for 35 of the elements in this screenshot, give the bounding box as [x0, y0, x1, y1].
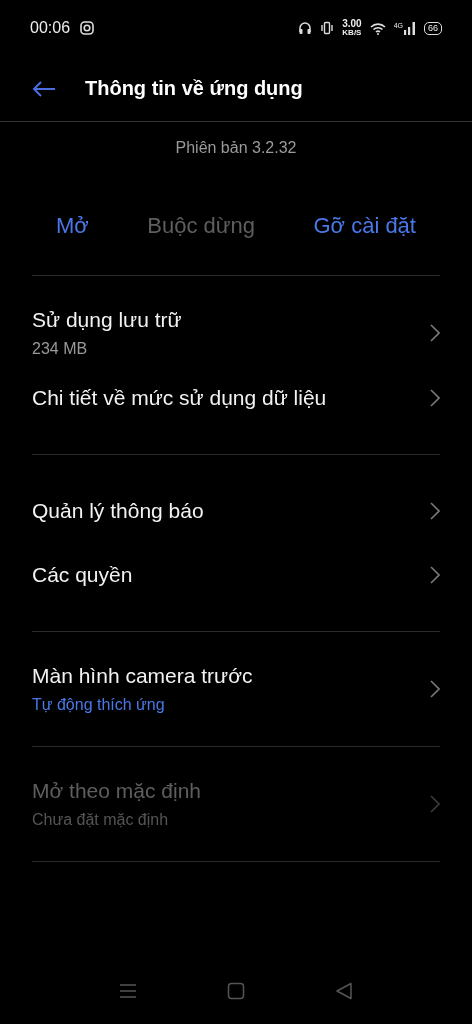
- settings-item[interactable]: Các quyền: [32, 543, 440, 607]
- chevron-icon: [430, 389, 440, 407]
- settings-item[interactable]: Màn hình camera trước Tự động thích ứng: [32, 656, 440, 722]
- network-speed: 3.00 KB/S: [342, 19, 362, 37]
- settings-item[interactable]: Quản lý thông báo: [32, 479, 440, 543]
- item-title: Các quyền: [32, 563, 134, 587]
- headphones-icon: [298, 21, 313, 35]
- chevron-icon: [430, 680, 440, 698]
- chevron-icon: [430, 324, 440, 342]
- item-title: Mở theo mặc định: [32, 779, 202, 803]
- action-button[interactable]: Gỡ cài đặt: [313, 205, 416, 247]
- camera-app-icon: [80, 21, 95, 35]
- screen-title: Thông tin về ứng dụng: [85, 77, 303, 100]
- menu-button[interactable]: [119, 983, 137, 999]
- settings-item[interactable]: Chi tiết về mức sử dụng dữ liệu: [32, 366, 440, 430]
- home-button[interactable]: [227, 982, 245, 1000]
- app-version: Phiên bản 3.2.32: [175, 139, 297, 157]
- clock: 00:06: [30, 19, 71, 37]
- item-subtitle: Tự động thích ứng: [32, 696, 166, 714]
- settings-item[interactable]: Sử dụng lưu trữ 234 MB: [32, 300, 440, 366]
- item-subtitle: 234 MB: [32, 340, 89, 358]
- signal-icon: [404, 21, 416, 35]
- chevron-icon: [430, 502, 440, 520]
- item-title: Quản lý thông báo: [32, 499, 205, 523]
- item-subtitle: Chưa đặt mặc định: [32, 811, 170, 829]
- chevron-icon: [430, 795, 440, 813]
- battery-indicator: 66: [424, 21, 442, 35]
- vibrate-icon: [320, 21, 335, 35]
- back-nav-button[interactable]: [335, 982, 353, 1000]
- wifi-icon: [369, 21, 386, 35]
- action-button[interactable]: Mở: [56, 205, 89, 247]
- item-title: Màn hình camera trước: [32, 664, 254, 688]
- item-title: Chi tiết về mức sử dụng dữ liệu: [32, 386, 328, 410]
- chevron-icon: [430, 566, 440, 584]
- item-title: Sử dụng lưu trữ: [32, 308, 183, 332]
